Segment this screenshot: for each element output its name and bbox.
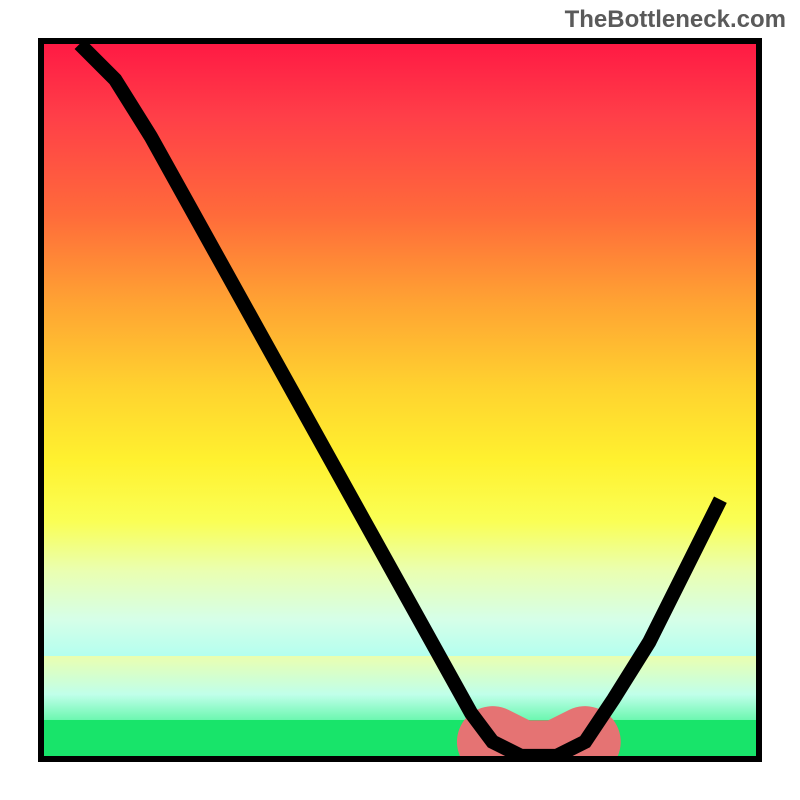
plot-frame [38,38,762,762]
plot-area [44,44,756,756]
chart-container: TheBottleneck.com [0,0,800,800]
watermark-text: TheBottleneck.com [565,6,786,34]
curve-path [80,44,721,756]
curve-layer [44,44,756,756]
